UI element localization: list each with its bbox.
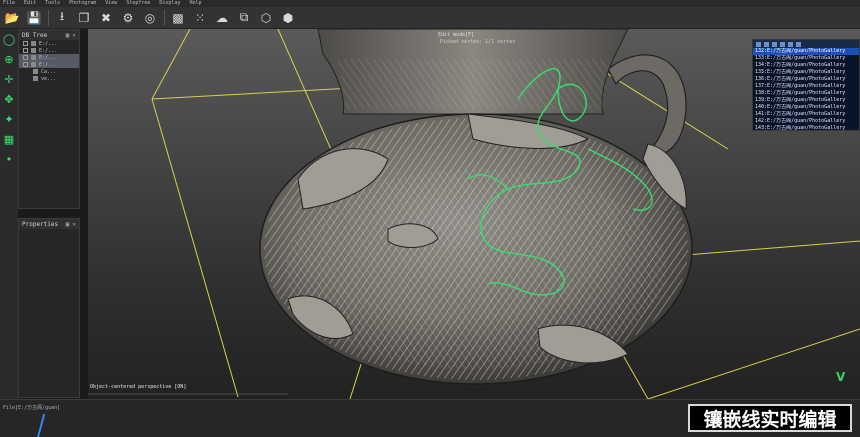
checkbox[interactable]: [23, 41, 28, 46]
sample-icon[interactable]: ⬢: [280, 10, 296, 26]
folder-icon: [31, 48, 36, 53]
console-row[interactable]: 143:E:/万古阁/guan/PhotoGallery: [753, 125, 859, 132]
folder-icon: [31, 55, 36, 60]
video-caption: 镶嵌线实时编辑: [688, 404, 852, 432]
console-row[interactable]: 141:E:/万古阁/guan/PhotoGallery: [753, 111, 859, 118]
properties-panel: Properties ▣ ✕: [18, 218, 80, 398]
tree-item[interactable]: E:/...: [19, 40, 79, 47]
watermark-logo: V: [836, 370, 846, 384]
tree-item-label: E:/...: [39, 47, 58, 54]
console-row[interactable]: 135:E:/万古阁/guan/PhotoGallery: [753, 69, 859, 76]
db-tree-header: DB Tree ▣ ✕: [19, 30, 79, 40]
console-row[interactable]: 137:E:/万古阁/guan/PhotoGallery: [753, 83, 859, 90]
tree-item-label: ve...: [41, 75, 57, 82]
menu-display[interactable]: Display: [159, 0, 180, 7]
float-icon[interactable]: ▣: [66, 32, 70, 39]
import-icon[interactable]: ⭳: [54, 9, 70, 26]
points-icon[interactable]: ⁙: [192, 10, 208, 26]
translate-icon[interactable]: ✛: [2, 72, 16, 86]
console-icon[interactable]: [796, 41, 801, 47]
tree-item-label: E:/...: [39, 61, 58, 68]
tree-item[interactable]: Ca...: [19, 68, 79, 75]
menu-edit[interactable]: Edit: [24, 0, 36, 7]
tree-item-selected[interactable]: E:/...: [19, 61, 79, 68]
console-row[interactable]: 134:E:/万古阁/guan/PhotoGallery: [753, 62, 859, 69]
tree-item-label: E:/...: [39, 40, 58, 47]
checkbox[interactable]: [23, 48, 28, 53]
segment-icon[interactable]: ⬡: [258, 10, 274, 26]
cloud-icon[interactable]: ☁: [214, 10, 230, 26]
scene-canvas: [88, 29, 860, 399]
console-row[interactable]: 140:E:/万古阁/guan/PhotoGallery: [753, 104, 859, 111]
console-row[interactable]: 139:E:/万古阁/guan/PhotoGallery: [753, 97, 859, 104]
console-icon[interactable]: [780, 41, 785, 47]
folder-open-icon[interactable]: 📂: [4, 10, 20, 26]
properties-header: Properties ▣ ✕: [19, 219, 79, 229]
mesh-icon[interactable]: ▩: [170, 10, 186, 26]
clone-icon[interactable]: ❐: [76, 10, 92, 26]
tree-item[interactable]: E:/...: [19, 47, 79, 54]
menu-bar: File Edit Tools Photogram View Stepfree …: [0, 0, 860, 7]
console-icon[interactable]: [756, 41, 761, 47]
menu-photogram[interactable]: Photogram: [69, 0, 96, 7]
picked-vertex-label: Picked vertex: 1/1 vertex: [440, 39, 516, 45]
folder-icon: [31, 62, 36, 67]
grid-icon[interactable]: ▦: [2, 132, 16, 146]
console-panel: 132:E:/万古阁/guan/PhotoGallery 133:E:/万古阁/…: [752, 39, 860, 131]
float-icon[interactable]: ▣: [66, 221, 70, 228]
delete-icon[interactable]: ✖: [98, 10, 114, 26]
db-tree-title: DB Tree: [22, 31, 48, 39]
settings-icon[interactable]: ⚙: [120, 10, 136, 26]
console-row[interactable]: 138:E:/万古阁/guan/PhotoGallery: [753, 90, 859, 97]
db-tree-panel: DB Tree ▣ ✕ E:/... E:/... E:/... E:/... …: [18, 29, 80, 209]
properties-title: Properties: [22, 220, 59, 228]
select-icon[interactable]: ◯: [2, 32, 16, 46]
console-row[interactable]: 142:E:/万古阁/guan/PhotoGallery: [753, 118, 859, 125]
console-row[interactable]: 133:E:/万古阁/guan/PhotoGallery: [753, 55, 859, 62]
console-icon[interactable]: [772, 41, 777, 47]
console-toolbar: [753, 40, 859, 48]
status-path: File[E:/万古阁/guan]: [3, 405, 61, 411]
merge-icon[interactable]: ⧉: [236, 10, 252, 26]
menu-view[interactable]: View: [105, 0, 117, 7]
tree-item-selected[interactable]: E:/...: [19, 54, 79, 61]
tree-item-label: Ca...: [41, 68, 57, 75]
mesh-icon: [33, 69, 38, 74]
console-row-selected[interactable]: 132:E:/万古阁/guan/PhotoGallery: [753, 48, 859, 55]
close-icon[interactable]: ✕: [72, 32, 76, 39]
console-icon[interactable]: [788, 41, 793, 47]
perspective-status: Object-centered perspective [ON]: [90, 384, 187, 390]
lasso-icon[interactable]: ✦: [2, 112, 16, 126]
tree-item[interactable]: ve...: [19, 75, 79, 82]
toolbar-separator: [164, 9, 165, 26]
close-icon[interactable]: ✕: [72, 221, 76, 228]
menu-stepfree[interactable]: Stepfree: [126, 0, 150, 7]
menu-tools[interactable]: Tools: [45, 0, 60, 7]
left-tool-strip: ◯ ⊕ ✛ ✥ ✦ ▦ •: [0, 29, 18, 399]
pivot-icon[interactable]: ✥: [2, 92, 16, 106]
globe-icon[interactable]: ◎: [142, 10, 158, 26]
menu-help[interactable]: Help: [189, 0, 201, 7]
tree-item-label: E:/...: [39, 54, 58, 61]
3d-viewport[interactable]: Edit mode[F] Picked vertex: 1/1 vertex O…: [88, 29, 860, 399]
folder-icon: [31, 41, 36, 46]
point-icon[interactable]: •: [2, 152, 16, 166]
checkbox[interactable]: [23, 55, 28, 60]
console-icon[interactable]: [764, 41, 769, 47]
save-icon[interactable]: 💾: [26, 10, 42, 26]
toolbar-separator: [48, 9, 49, 26]
checkbox[interactable]: [23, 62, 28, 67]
console-row[interactable]: 136:E:/万古阁/guan/PhotoGallery: [753, 76, 859, 83]
edit-mode-label: Edit mode[F]: [438, 32, 475, 38]
main-toolbar: 📂 💾 ⭳ ❐ ✖ ⚙ ◎ ▩ ⁙ ☁ ⧉ ⬡ ⬢: [0, 7, 860, 29]
zoom-icon[interactable]: ⊕: [2, 52, 16, 66]
mouse-cursor: [36, 414, 46, 437]
pot-handle: [607, 54, 687, 155]
menu-file[interactable]: File: [3, 0, 15, 7]
vertex-icon: [33, 76, 38, 81]
